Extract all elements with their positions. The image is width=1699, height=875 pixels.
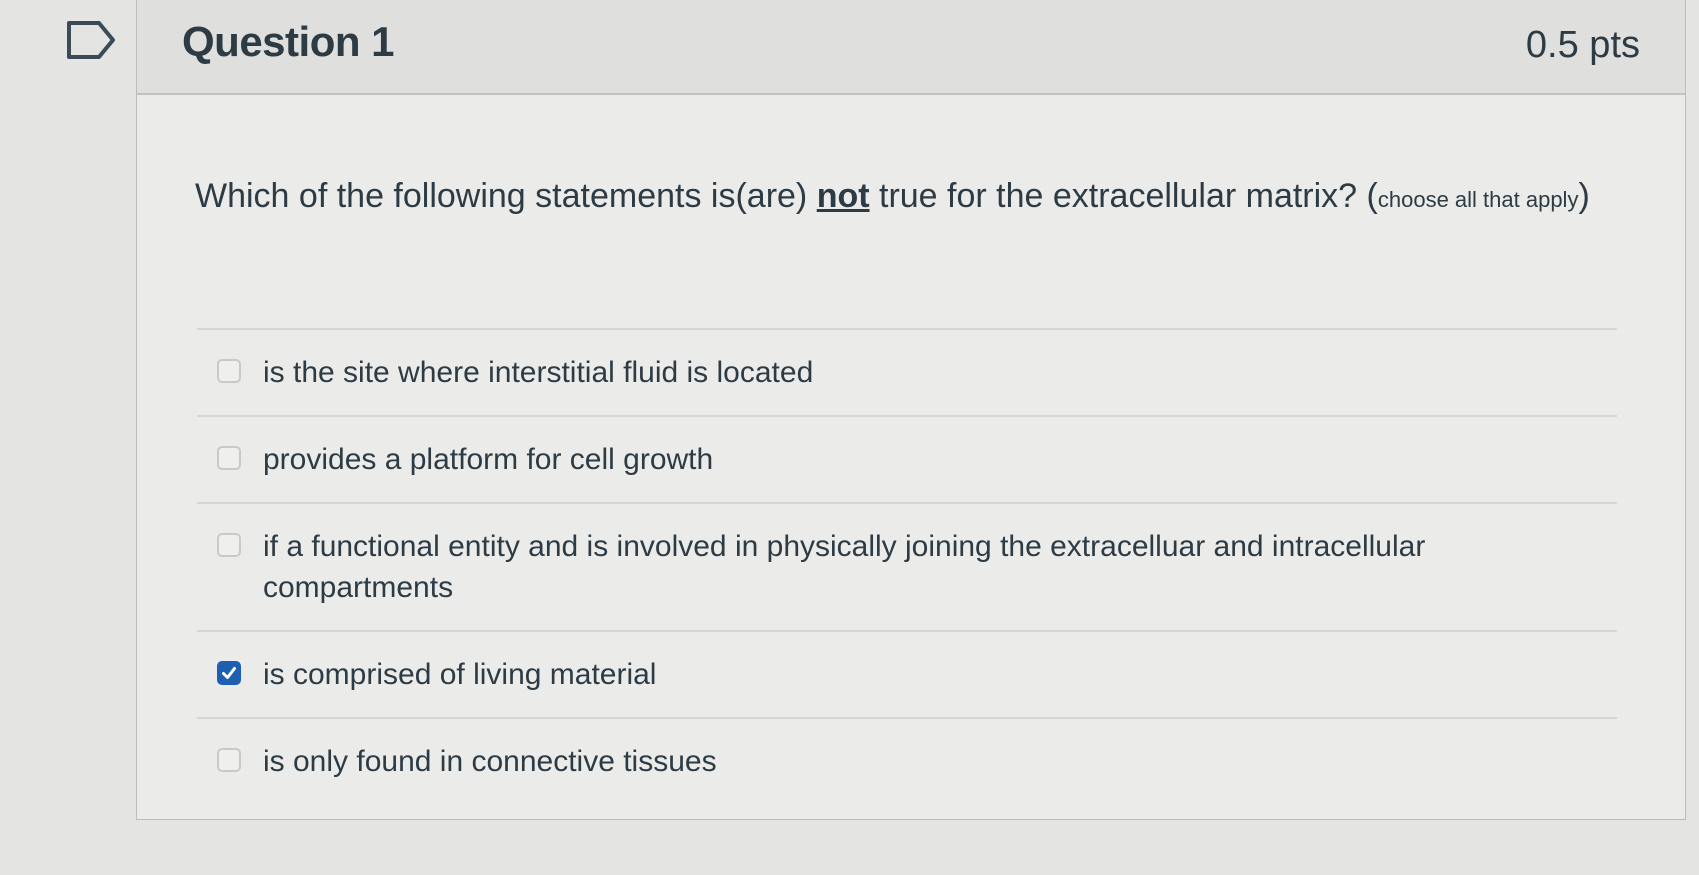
answer-checkbox-1[interactable]	[217, 359, 241, 383]
checkmark-icon	[222, 667, 236, 679]
answer-option-1[interactable]: is the site where interstitial fluid is …	[197, 330, 1617, 415]
answer-option-3[interactable]: if a functional entity and is involved i…	[197, 504, 1617, 630]
answer-checkbox-3[interactable]	[217, 533, 241, 557]
question-text-emphasis: not	[816, 177, 870, 215]
question-header: Question 1 0.5 pts	[137, 0, 1685, 95]
question-text-note: choose all that apply	[1377, 187, 1579, 212]
question-text-close: )	[1578, 177, 1590, 215]
answer-checkbox-4-checked[interactable]	[217, 661, 241, 685]
answer-checkbox-5[interactable]	[217, 748, 241, 772]
answer-label-5: is only found in connective tissues	[263, 745, 717, 778]
question-points: 0.5 pts	[1525, 24, 1640, 66]
flag-question-icon[interactable]	[66, 20, 116, 60]
answer-list: is the site where interstitial fluid is …	[197, 328, 1617, 804]
answer-label-4: is comprised of living material	[263, 658, 657, 691]
question-text-before: Which of the following statements is(are…	[195, 177, 817, 215]
answer-label-2: provides a platform for cell growth	[263, 443, 714, 476]
question-title: Question 1	[182, 18, 395, 65]
question-text-after: true for the extracellular matrix? (	[869, 177, 1378, 215]
answer-label-1: is the site where interstitial fluid is …	[263, 356, 814, 389]
question-text: Which of the following statements is(are…	[195, 170, 1635, 226]
answer-checkbox-2[interactable]	[217, 446, 241, 470]
answer-option-2[interactable]: provides a platform for cell growth	[197, 417, 1617, 502]
answer-option-5[interactable]: is only found in connective tissues	[197, 719, 1617, 804]
answer-label-3: if a functional entity and is involved i…	[263, 530, 1426, 604]
question-card: Question 1 0.5 pts Which of the followin…	[136, 0, 1686, 820]
answer-option-4[interactable]: is comprised of living material	[197, 632, 1617, 717]
